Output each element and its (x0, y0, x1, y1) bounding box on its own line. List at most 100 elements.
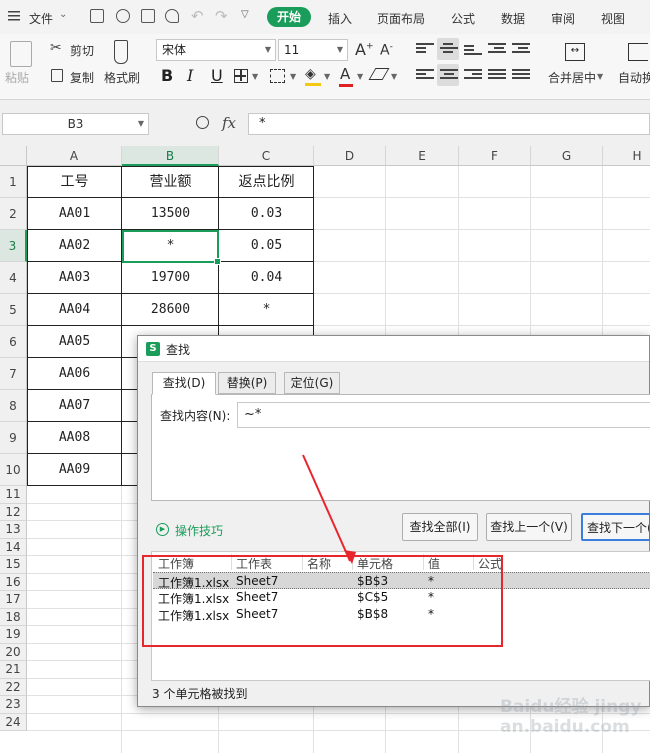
table-cell[interactable]: AA03 (27, 262, 122, 294)
tab-goto[interactable]: 定位(G) (284, 372, 340, 394)
column-header-e[interactable]: E (386, 146, 459, 166)
row-header-3[interactable]: 3 (0, 230, 27, 262)
column-header-c[interactable]: C (219, 146, 314, 166)
row-header-8[interactable]: 8 (0, 390, 27, 422)
hamburger-icon[interactable] (8, 10, 20, 22)
tab-find[interactable]: 查找(D) (152, 372, 216, 395)
auto-wrap-button[interactable]: 自动换 (618, 69, 650, 86)
increase-indent-icon[interactable] (512, 43, 530, 57)
row-header-7[interactable]: 7 (0, 358, 27, 390)
table-cell[interactable]: * (219, 294, 314, 326)
save-icon[interactable] (90, 9, 104, 23)
tab-review[interactable]: 审阅 (551, 10, 575, 27)
results-list[interactable]: 工作簿 工作表 名称 单元格值公式 工作簿1.xlsx Sheet7 $B$3 * 工作簿1.… (151, 551, 650, 681)
find-all-button[interactable]: 查找全部(I) (402, 513, 478, 541)
row-header-20[interactable]: 20 (0, 643, 27, 661)
find-next-button[interactable]: 查找下一个( (581, 513, 650, 541)
italic-button[interactable]: I (187, 66, 193, 85)
results-column-header[interactable]: 值 (428, 555, 440, 572)
chevron-down-icon[interactable]: ▼ (324, 72, 330, 81)
zoom-search-icon[interactable] (196, 116, 209, 129)
row-header-12[interactable]: 12 (0, 503, 27, 521)
results-column-header[interactable]: 单元格 (357, 555, 393, 572)
table-header-cell[interactable]: 工号 (27, 166, 122, 198)
column-header-g[interactable]: G (531, 146, 603, 166)
chevron-down-icon[interactable]: ▼ (391, 72, 397, 81)
bold-button[interactable]: B (161, 66, 173, 85)
align-center-icon[interactable] (440, 69, 458, 83)
align-top-icon[interactable] (416, 43, 434, 57)
merge-center-button[interactable]: 合并居中 (548, 69, 596, 86)
table-cell[interactable]: AA05 (27, 326, 122, 358)
formula-input[interactable]: * (248, 113, 650, 135)
row-header-2[interactable]: 2 (0, 198, 27, 230)
format-painter-icon[interactable] (114, 40, 128, 64)
align-bottom-icon[interactable] (464, 45, 482, 59)
decrease-font-icon[interactable]: A- (380, 42, 393, 59)
undo-icon[interactable]: ↶ (191, 7, 204, 25)
tips-link[interactable]: 操作技巧 (175, 522, 223, 539)
file-menu[interactable]: 文件 (29, 10, 53, 27)
table-cell[interactable]: AA07 (27, 390, 122, 422)
row-header-17[interactable]: 17 (0, 591, 27, 609)
tab-view[interactable]: 视图 (601, 10, 625, 27)
row-header-16[interactable]: 16 (0, 573, 27, 591)
table-cell[interactable]: 0.04 (219, 262, 314, 294)
font-size-select[interactable]: 11 ▼ (278, 39, 348, 61)
format-painter-button[interactable]: 格式刷 (104, 69, 140, 86)
result-row[interactable]: 工作簿1.xlsx Sheet7 $B$8 * (153, 606, 650, 623)
name-box[interactable]: B3 ▼ (2, 113, 149, 135)
decrease-indent-icon[interactable] (488, 43, 506, 57)
column-header-d[interactable]: D (314, 146, 386, 166)
justify-icon[interactable] (488, 69, 506, 83)
table-cell[interactable]: AA06 (27, 358, 122, 390)
print-preview-icon[interactable] (165, 9, 179, 23)
table-cell[interactable]: AA02 (27, 230, 122, 262)
find-previous-button[interactable]: 查找上一个(V) (486, 513, 572, 541)
copy-icon[interactable] (51, 69, 63, 82)
column-header-h[interactable]: H (603, 146, 650, 166)
eraser-icon[interactable] (368, 68, 390, 80)
results-column-header[interactable]: 工作表 (236, 555, 272, 572)
align-left-icon[interactable] (416, 69, 434, 83)
column-header-a[interactable]: A (27, 146, 122, 166)
redo-icon[interactable]: ↷ (215, 7, 228, 25)
row-header-23[interactable]: 23 (0, 696, 27, 714)
fill-color-icon[interactable]: ◈ (305, 66, 321, 86)
row-header-21[interactable]: 21 (0, 661, 27, 679)
paste-button[interactable]: 粘贴 (5, 69, 29, 86)
table-header-cell[interactable]: 营业额 (122, 166, 219, 198)
row-header-11[interactable]: 11 (0, 486, 27, 504)
row-header-14[interactable]: 14 (0, 538, 27, 556)
paste-icon[interactable] (10, 41, 32, 67)
table-cell[interactable]: AA09 (27, 454, 122, 486)
row-header-5[interactable]: 5 (0, 294, 27, 326)
row-header-6[interactable]: 6 (0, 326, 27, 358)
result-row[interactable]: 工作簿1.xlsx Sheet7 $C$5 * (153, 589, 650, 606)
cell-style-icon[interactable] (270, 69, 285, 83)
row-header-22[interactable]: 22 (0, 678, 27, 696)
row-header-19[interactable]: 19 (0, 626, 27, 644)
chevron-down-icon[interactable]: ▼ (357, 72, 363, 81)
table-cell[interactable]: 0.05 (219, 230, 314, 262)
tab-insert[interactable]: 插入 (328, 10, 352, 27)
chevron-down-icon[interactable]: ▼ (290, 72, 296, 81)
align-middle-icon[interactable] (440, 43, 458, 57)
row-header-13[interactable]: 13 (0, 521, 27, 539)
chevron-down-icon[interactable]: ▼ (597, 72, 603, 81)
play-circle-icon[interactable]: ▶ (156, 523, 169, 536)
row-header-9[interactable]: 9 (0, 422, 27, 454)
align-right-icon[interactable] (464, 69, 482, 83)
results-column-header[interactable]: 工作簿 (158, 555, 194, 572)
scissors-icon[interactable]: ✂ (50, 40, 62, 56)
copy-button[interactable]: 复制 (70, 69, 94, 86)
tab-data[interactable]: 数据 (501, 10, 525, 27)
underline-button[interactable]: U (211, 66, 223, 85)
find-what-input[interactable]: ~* (237, 402, 650, 428)
table-cell[interactable]: 13500 (122, 198, 219, 230)
results-column-header[interactable]: 公式 (478, 555, 502, 572)
result-row[interactable]: 工作簿1.xlsx Sheet7 $B$3 * (153, 572, 650, 590)
fx-icon[interactable]: fx (222, 114, 236, 132)
tab-formulas[interactable]: 公式 (451, 10, 475, 27)
merge-center-icon[interactable]: ↔ (565, 43, 585, 61)
